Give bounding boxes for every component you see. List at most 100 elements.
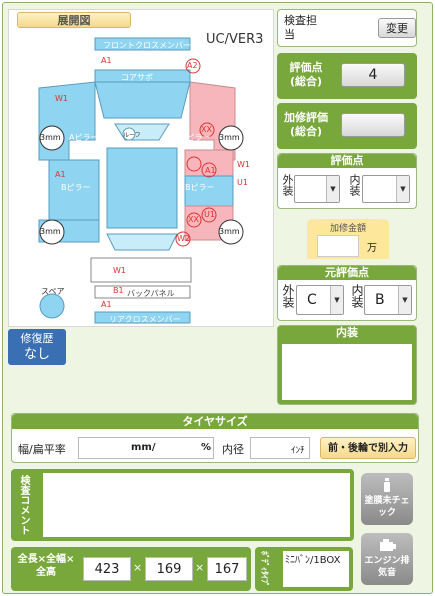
- damage-code: B1: [113, 286, 124, 295]
- body-type-panel: ﾎﾞﾃﾞｨﾀｲﾌﾟ ﾐﾆﾊﾞﾝ/1BOX: [255, 547, 353, 591]
- damage-code: W2: [177, 234, 190, 243]
- damage-code: U1: [204, 210, 215, 219]
- roof[interactable]: [106, 147, 178, 229]
- damage-code: W1: [113, 266, 126, 275]
- interior-panel: 内装: [277, 325, 417, 405]
- inspection-form: 展開図 UC/VER3 フロントクロスメンバー コアサポ Aピラー Aピラー B…: [2, 2, 433, 594]
- damage-code: A1: [101, 56, 112, 65]
- original-ext-select[interactable]: C ▼: [296, 285, 344, 315]
- times-sign: ×: [195, 561, 205, 574]
- damage-code: A1: [55, 170, 66, 179]
- engine-icon: [377, 537, 397, 553]
- damage-code: A2: [187, 61, 198, 70]
- b-pillar-left-label: Bピラー: [61, 183, 91, 192]
- tire-width-input[interactable]: mm/ %: [78, 437, 214, 459]
- overall-rating-label: 評価点(総合): [289, 61, 323, 88]
- engine-sound-button[interactable]: エンジン排気音: [361, 533, 413, 585]
- chevron-down-icon: ▼: [398, 286, 411, 314]
- comment-label: 検査コメント: [18, 475, 29, 535]
- overall-rating-panel: 評価点(総合) 4: [277, 53, 417, 99]
- interior-header: 内装: [278, 326, 416, 340]
- damage-code: U1: [237, 178, 248, 187]
- body-type-value[interactable]: ﾐﾆﾊﾞﾝ/1BOX: [283, 551, 349, 587]
- front-rear-separate-button[interactable]: 前・後輪で別入力: [320, 437, 416, 459]
- tire-depth-front-right: 3mm: [219, 133, 240, 142]
- repair-history-title: 修復歴: [20, 332, 54, 345]
- tire-rim-input[interactable]: ｲﾝﾁ: [250, 437, 310, 459]
- original-int-value: B: [375, 292, 385, 308]
- rear-cross-label: リアクロスメンバー: [109, 315, 181, 324]
- spray-can-icon: [379, 477, 395, 493]
- tire-inch-unit: ｲﾝﾁ: [291, 446, 305, 456]
- paint-check-button[interactable]: 塗膜未チェック: [361, 473, 413, 525]
- comment-panel: 検査コメント: [11, 469, 354, 541]
- tire-depth-rear-right: 3mm: [219, 227, 240, 236]
- front-cross-label: フロントクロスメンバー: [103, 41, 191, 50]
- original-int-select[interactable]: B ▼: [364, 285, 412, 315]
- change-inspector-button[interactable]: 変更: [378, 18, 416, 38]
- tire-width-label: 幅/扁平率: [18, 443, 66, 456]
- original-ext-label: 外装: [281, 284, 295, 308]
- height-input[interactable]: 167: [207, 557, 247, 581]
- rating-ext-select[interactable]: ▼: [294, 175, 340, 203]
- chevron-down-icon: ▼: [326, 176, 339, 202]
- car-diagram-panel: 展開図 UC/VER3 フロントクロスメンバー コアサポ Aピラー Aピラー B…: [8, 9, 274, 327]
- tire-size-panel: タイヤサイズ 幅/扁平率 mm/ % 内径 ｲﾝﾁ 前・後輪で別入力: [11, 413, 419, 463]
- original-rating-header: 元評価点: [278, 266, 416, 280]
- core-support-label: コアサポ: [121, 73, 153, 82]
- damage-code: XX: [188, 215, 199, 224]
- engine-sound-label: エンジン排気音: [364, 556, 410, 578]
- tire-pct-unit: %: [201, 442, 212, 453]
- overall-rating-value[interactable]: 4: [341, 63, 405, 87]
- car-diagram[interactable]: [9, 10, 275, 328]
- interior-content[interactable]: [282, 344, 412, 400]
- spare-label: スペア: [41, 287, 65, 296]
- tire-size-header: タイヤサイズ: [12, 414, 418, 429]
- inspector-panel: 検査担当 変更: [277, 9, 417, 47]
- a-pillar-left-label: Aピラー: [69, 133, 99, 142]
- length-input[interactable]: 423: [83, 557, 131, 581]
- damage-code: XX: [201, 125, 212, 134]
- dimensions-label: 全長×全幅×全高: [17, 554, 75, 578]
- repair-rating-panel: 評価点(総合) 加修評価(総合): [277, 103, 417, 149]
- repair-cost-label: 加修金額: [329, 224, 366, 234]
- tire-depth-rear-left: 3mm: [40, 227, 61, 236]
- body-type-label: ﾎﾞﾃﾞｨﾀｲﾌﾟ: [260, 551, 269, 587]
- b-pillar-right-label: Bピラー: [185, 183, 215, 192]
- rating-int-select[interactable]: ▼: [362, 175, 410, 203]
- roof-label: ルーフ: [123, 132, 141, 139]
- repair-cost-unit: 万: [367, 243, 377, 254]
- rating-int-label: 内装: [348, 174, 361, 196]
- tailgate[interactable]: [90, 257, 192, 283]
- rear-glass: [106, 233, 178, 251]
- dimensions-panel: 全長×全幅×全高 423 × 169 × 167: [11, 547, 251, 591]
- original-rating-panel: 元評価点 外装 C ▼ 内装 B ▼: [277, 265, 417, 321]
- repair-history-button[interactable]: 修復歴 なし: [8, 329, 66, 365]
- times-sign: ×: [133, 561, 143, 574]
- tire-rim-label: 内径: [222, 443, 244, 456]
- repair-cost-input[interactable]: [317, 235, 359, 257]
- comment-textarea[interactable]: [43, 473, 350, 537]
- damage-code: W1: [237, 160, 250, 169]
- rating-points-header: 評価点: [278, 154, 416, 168]
- damage-code: A1: [205, 166, 216, 175]
- repair-history-value: なし: [23, 347, 50, 362]
- chevron-down-icon: ▼: [396, 176, 409, 202]
- hood[interactable]: [94, 81, 191, 119]
- width-input[interactable]: 169: [145, 557, 193, 581]
- original-int-label: 内装: [350, 284, 364, 308]
- repair-rating-label-text: 加修評価(総合): [284, 111, 328, 138]
- inspector-label: 検査担当: [284, 14, 317, 41]
- repair-rating-value[interactable]: [341, 113, 405, 137]
- spare-tire[interactable]: [39, 293, 65, 319]
- rating-points-panel: 評価点 外装 ▼ 内装 ▼: [277, 153, 417, 209]
- tire-depth-front-left: 3mm: [40, 133, 61, 142]
- repair-cost-panel: 加修金額 万: [307, 219, 389, 259]
- original-ext-value: C: [307, 292, 317, 308]
- rating-ext-label: 外装: [281, 174, 294, 196]
- paint-check-label: 塗膜未チェック: [364, 496, 410, 518]
- tire-mm-unit: mm/: [131, 442, 156, 453]
- back-panel-label: バックパネル: [127, 289, 175, 298]
- chevron-down-icon: ▼: [330, 286, 343, 314]
- damage-code: A1: [101, 300, 112, 309]
